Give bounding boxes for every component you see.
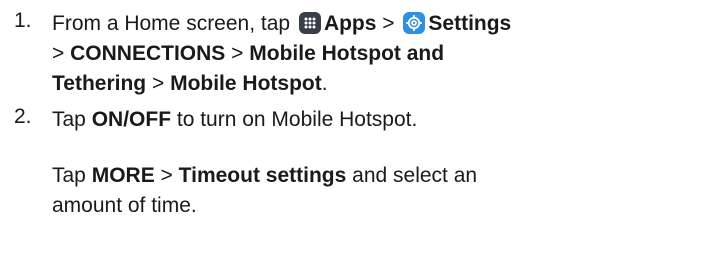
timeout-settings-label: Timeout settings xyxy=(178,164,347,187)
step-1-intro: From a Home screen, tap xyxy=(52,12,291,35)
step-2: 2. Tap ON/OFF to turn on Mobile Hotspot. xyxy=(14,105,692,135)
apps-label: Apps xyxy=(323,12,377,35)
step-1-text: From a Home screen, tap Apps > Settings … xyxy=(52,9,692,99)
step-2-line-1: Tap ON/OFF to turn on Mobile Hotspot. xyxy=(52,105,692,135)
note-rest: and select an xyxy=(352,164,478,187)
connections-label: CONNECTIONS xyxy=(70,42,226,65)
separator: > xyxy=(151,72,165,95)
period: . xyxy=(321,72,328,95)
note-paragraph: Tap MORE > Timeout settings and select a… xyxy=(14,161,692,221)
step-1: 1. From a Home screen, tap Apps > Settin… xyxy=(14,9,692,99)
step-1-line-3: Tethering > Mobile Hotspot. xyxy=(52,69,692,99)
separator: > xyxy=(52,42,65,65)
separator: > xyxy=(160,164,173,187)
more-label: MORE xyxy=(91,164,155,187)
settings-label: Settings xyxy=(428,12,512,35)
note-intro: Tap xyxy=(52,164,86,187)
mobile-hotspot-label: Mobile Hotspot xyxy=(170,72,322,95)
apps-grid-icon xyxy=(298,12,321,34)
settings-gear-icon xyxy=(403,12,426,34)
step-2-number: 2. xyxy=(14,105,32,128)
note-text: Tap MORE > Timeout settings and select a… xyxy=(52,161,692,221)
hotspot-tethering-label-part-1: Mobile Hotspot and xyxy=(249,42,445,65)
note-line-1: Tap MORE > Timeout settings and select a… xyxy=(52,161,692,191)
step-1-number: 1. xyxy=(14,9,32,32)
separator: > xyxy=(231,42,244,65)
note-line-2: amount of time. xyxy=(52,194,197,217)
step-1-line-2: > CONNECTIONS > Mobile Hotspot and xyxy=(52,39,692,69)
separator: > xyxy=(382,12,395,35)
step-2-intro: Tap xyxy=(52,108,86,131)
step-2-text: Tap ON/OFF to turn on Mobile Hotspot. xyxy=(52,105,692,135)
hotspot-tethering-label-part-2: Tethering xyxy=(52,72,147,95)
step-2-rest: to turn on Mobile Hotspot. xyxy=(176,108,418,131)
on-off-label: ON/OFF xyxy=(91,108,172,131)
step-1-line-1: From a Home screen, tap Apps > Settings xyxy=(52,9,692,39)
